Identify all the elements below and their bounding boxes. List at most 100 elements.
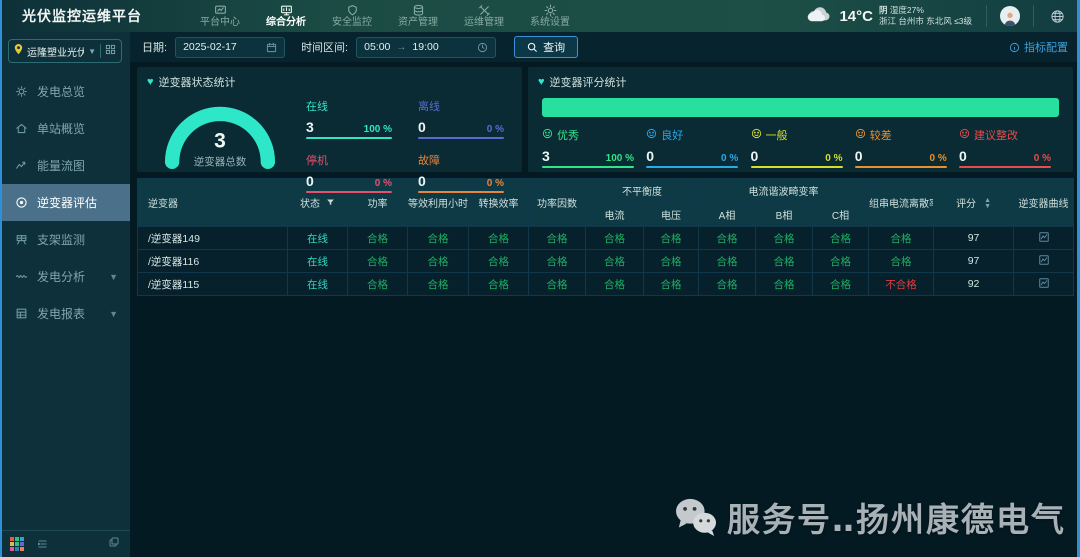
sidebar-item-label: 发电分析 bbox=[37, 268, 85, 285]
stat-建议整改: 建议整改00 % bbox=[959, 127, 1051, 168]
inverter-name: /逆变器149 bbox=[138, 227, 288, 250]
stat-良好: 良好 0 0 % bbox=[646, 127, 738, 168]
search-icon bbox=[527, 42, 538, 53]
station-list-icon[interactable] bbox=[105, 42, 116, 60]
table-row[interactable]: /逆变器116在线合格合格合格合格合格合格合格合格合格合格97 bbox=[138, 250, 1074, 273]
filter-funnel-icon[interactable] bbox=[326, 199, 335, 210]
metric-config-button[interactable]: 指标配置 bbox=[1009, 39, 1068, 55]
tools-icon bbox=[478, 4, 491, 17]
curve-chart-icon[interactable] bbox=[1038, 254, 1050, 266]
column-group-不平衡度: 不平衡度 bbox=[586, 179, 699, 203]
analysis-icon bbox=[280, 4, 293, 17]
query-button[interactable]: 查询 bbox=[514, 36, 578, 58]
sidebar-item-label: 支架监测 bbox=[37, 231, 85, 248]
nav-item-平台中心[interactable]: 平台中心 bbox=[200, 4, 240, 28]
date-input[interactable]: 2025-02-17 bbox=[175, 37, 285, 58]
nav-item-运维管理[interactable]: 运维管理 bbox=[464, 4, 504, 28]
sort-icon[interactable]: ▲▼ bbox=[984, 198, 991, 211]
check-cell: 合格 bbox=[699, 250, 756, 273]
date-value: 2025-02-17 bbox=[183, 41, 260, 53]
check-cell: 合格 bbox=[699, 227, 756, 250]
stat-value: 0 bbox=[418, 119, 426, 135]
nav-item-安全监控[interactable]: 安全监控 bbox=[332, 4, 372, 28]
inverter-status: 在线 bbox=[288, 227, 348, 250]
language-globe-button[interactable] bbox=[1034, 0, 1080, 32]
column-header-电流: 电流 bbox=[586, 203, 644, 227]
check-cell: 合格 bbox=[348, 250, 408, 273]
sidebar-item-能量流图[interactable]: 能量流图 bbox=[0, 147, 130, 184]
stat-value: 0 bbox=[959, 148, 967, 164]
calendar-icon bbox=[266, 42, 277, 53]
check-cell: 合格 bbox=[813, 273, 869, 296]
weather-region: 浙江 台州市 bbox=[879, 16, 924, 26]
collapse-sidebar-icon[interactable] bbox=[108, 535, 120, 553]
sidebar-item-支架监测[interactable]: 支架监测 bbox=[0, 221, 130, 258]
sidebar-item-发电总览[interactable]: 发电总览 bbox=[0, 73, 130, 110]
stat-percent: 0 % bbox=[487, 124, 504, 135]
sidebar-item-单站概览[interactable]: 单站概览 bbox=[0, 110, 130, 147]
chevron-down-icon: ▼ bbox=[109, 309, 118, 319]
curve-chart-icon[interactable] bbox=[1038, 277, 1050, 289]
sidebar-item-逆变器评估[interactable]: 逆变器评估 bbox=[0, 184, 130, 221]
nav-item-label: 综合分析 bbox=[266, 18, 306, 28]
smiley-icon bbox=[751, 128, 762, 142]
gauge-value: 3 bbox=[214, 129, 226, 152]
platform-icon bbox=[214, 4, 227, 17]
smiley-icon bbox=[855, 128, 866, 142]
database-icon bbox=[412, 4, 425, 17]
chevron-down-icon: ▼ bbox=[88, 47, 96, 56]
time-start: 05:00 bbox=[364, 41, 390, 53]
wave-icon bbox=[15, 270, 28, 283]
cloud-weather-icon bbox=[807, 6, 833, 27]
status-panel-title: ♥ 逆变器状态统计 bbox=[137, 67, 522, 90]
nav-item-资产管理[interactable]: 资产管理 bbox=[398, 4, 438, 28]
check-cell: 合格 bbox=[869, 227, 934, 250]
column-header-逆变器曲线: 逆变器曲线 bbox=[1014, 179, 1074, 227]
table-row[interactable]: /逆变器115在线合格合格合格合格合格合格合格合格合格不合格92 bbox=[138, 273, 1074, 296]
sidebar-item-发电分析[interactable]: 发电分析 ▼ bbox=[0, 258, 130, 295]
date-label: 日期: bbox=[142, 39, 167, 55]
location-pin-icon bbox=[14, 44, 23, 58]
check-cell: 合格 bbox=[529, 250, 586, 273]
nav-item-综合分析[interactable]: 综合分析 bbox=[266, 4, 306, 28]
check-cell: 合格 bbox=[586, 227, 644, 250]
check-cell: 合格 bbox=[408, 250, 469, 273]
nav-item-系统设置[interactable]: 系统设置 bbox=[530, 4, 570, 28]
table-row[interactable]: /逆变器149在线合格合格合格合格合格合格合格合格合格合格97 bbox=[138, 227, 1074, 250]
sidebar-item-发电报表[interactable]: 发电报表▼ bbox=[0, 295, 130, 332]
stat-较差: 较差00 % bbox=[855, 127, 947, 168]
column-header-功率因数: 功率因数 bbox=[529, 179, 586, 227]
check-cell: 合格 bbox=[408, 227, 469, 250]
inverter-name: /逆变器116 bbox=[138, 250, 288, 273]
weather-wind: 东北风 ≤3级 bbox=[926, 16, 972, 26]
stat-percent: 0 % bbox=[1034, 153, 1051, 164]
user-avatar[interactable] bbox=[987, 0, 1033, 32]
stat-percent: 0 % bbox=[825, 153, 842, 164]
inverter-name: /逆变器115 bbox=[138, 273, 288, 296]
curve-cell bbox=[1014, 250, 1074, 273]
clock-icon bbox=[477, 42, 488, 53]
wechat-icon bbox=[673, 497, 719, 537]
nav-item-label: 系统设置 bbox=[530, 18, 570, 28]
stat-label: 在线 bbox=[306, 98, 328, 114]
menu-list-icon[interactable] bbox=[36, 538, 49, 550]
stat-percent: 0 % bbox=[721, 153, 738, 164]
sun-icon bbox=[15, 85, 28, 98]
time-range-input[interactable]: 05:00 → 19:00 bbox=[356, 37, 496, 58]
inverter-score: 97 bbox=[934, 250, 1014, 273]
check-cell: 合格 bbox=[469, 227, 529, 250]
heart-pulse-icon: ♥ bbox=[147, 76, 154, 88]
chevron-down-icon: ▼ bbox=[109, 272, 118, 282]
apps-grid-icon[interactable] bbox=[10, 537, 24, 551]
heart-pulse-icon: ♥ bbox=[538, 76, 545, 88]
check-cell: 合格 bbox=[756, 250, 813, 273]
sidebar-item-label: 能量流图 bbox=[37, 157, 85, 174]
weather-details: 阴 湿度27% 浙江 台州市 东北风 ≤3级 bbox=[879, 5, 972, 26]
station-selector[interactable]: 运隆塑业光伏站 ▼ bbox=[8, 39, 122, 63]
column-header-C相: C相 bbox=[813, 203, 869, 227]
score-panel-title: ♥ 逆变器评分统计 bbox=[528, 67, 1073, 90]
target-icon bbox=[15, 196, 28, 209]
stat-label: 良好 bbox=[661, 127, 683, 143]
stat-value: 0 bbox=[646, 148, 654, 164]
curve-chart-icon[interactable] bbox=[1038, 231, 1050, 243]
